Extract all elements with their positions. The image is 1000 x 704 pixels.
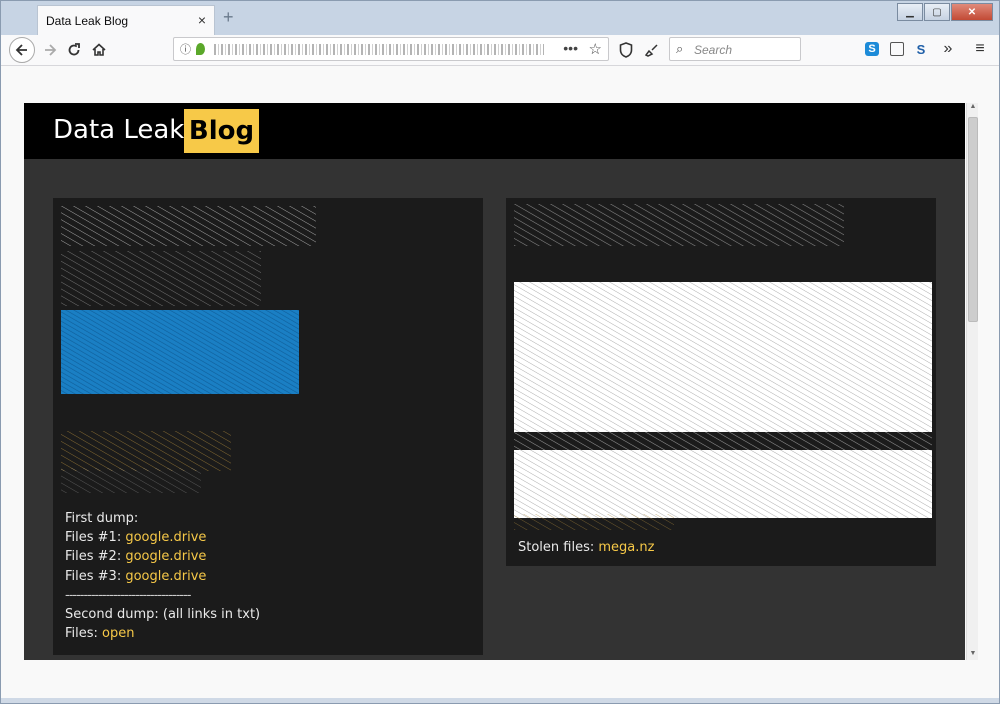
page-actions-button[interactable]: ••• [563, 40, 578, 56]
scrollbar-thumb[interactable] [968, 117, 978, 322]
extension-s-icon[interactable]: S [914, 42, 928, 57]
tracking-leaf-icon [196, 43, 205, 55]
leak-post-card: First dump: Files #1: google.drive Files… [53, 198, 483, 655]
new-tab-button[interactable]: + [223, 7, 234, 28]
redacted-image[interactable] [514, 204, 934, 532]
dump-line: Files: open [65, 626, 135, 642]
back-arrow-icon [15, 44, 27, 56]
page-viewport: Data Leak Blog First dump: Files #1: goo… [1, 66, 999, 698]
vertical-scrollbar[interactable]: ▲ ▼ [966, 103, 978, 660]
reload-button[interactable] [63, 39, 85, 61]
tab-data-leak-blog[interactable]: Data Leak Blog × [37, 5, 215, 35]
separator: ---------------------------------- [65, 587, 192, 603]
window-controls: ▁ ▢ ✕ [896, 3, 993, 21]
tab-bar: Data Leak Blog × + ▁ ▢ ✕ [1, 1, 999, 35]
site-logo-badge[interactable]: Blog [184, 109, 259, 153]
search-icon: ⌕ [676, 41, 684, 56]
dump-line: Files #3: google.drive [65, 568, 207, 584]
star-icon[interactable]: ☆ [589, 40, 602, 58]
close-window-button[interactable]: ✕ [951, 3, 993, 21]
dump-line: Second dump: (all links in txt) [65, 607, 261, 623]
maximize-button[interactable]: ▢ [924, 3, 950, 21]
google-drive-link[interactable]: google.drive [125, 569, 206, 584]
scroll-down-arrow-icon[interactable]: ▼ [968, 650, 978, 660]
address-bar[interactable]: ⓘ ••• ☆ [173, 37, 609, 61]
extension-skype-icon[interactable]: S [865, 42, 879, 56]
browser-window: Data Leak Blog × + ▁ ▢ ✕ ⓘ ••• ☆ ⌕ Searc… [0, 0, 1000, 704]
google-drive-link[interactable]: google.drive [125, 549, 206, 564]
open-link[interactable]: open [102, 626, 134, 641]
post-text: Stolen files: mega.nz [518, 538, 654, 557]
back-button[interactable] [9, 37, 35, 63]
dump-line: Files #2: google.drive [65, 549, 207, 565]
site-logo-text[interactable]: Data Leak [53, 115, 184, 145]
home-button[interactable] [88, 39, 110, 61]
reload-icon [68, 43, 80, 56]
reader-sidebar-icon[interactable] [890, 42, 904, 56]
redacted-url [214, 44, 544, 55]
overflow-menu-icon[interactable]: » [941, 40, 955, 57]
tab-title: Data Leak Blog [46, 14, 129, 28]
redacted-image[interactable] [61, 206, 321, 502]
scroll-up-arrow-icon[interactable]: ▲ [968, 103, 978, 113]
forward-arrow-icon [45, 44, 57, 56]
tab-close-icon[interactable]: × [198, 12, 206, 28]
site-header: Data Leak Blog [24, 103, 965, 159]
home-icon [92, 43, 106, 56]
dump-line: Files #1: google.drive [65, 530, 207, 546]
forward-button[interactable] [39, 39, 61, 61]
hamburger-menu-icon[interactable]: ≡ [973, 40, 987, 57]
dump-line: Stolen files: mega.nz [518, 540, 655, 555]
broom-icon[interactable] [641, 39, 663, 61]
google-drive-link[interactable]: google.drive [125, 530, 206, 545]
blog-page: Data Leak Blog First dump: Files #1: goo… [24, 103, 965, 660]
post-text: First dump: Files #1: google.drive Files… [65, 509, 260, 643]
shield-icon[interactable] [615, 39, 637, 61]
mega-nz-link[interactable]: mega.nz [598, 540, 654, 555]
dump-line: First dump: [65, 511, 139, 526]
search-box[interactable]: ⌕ Search [669, 37, 801, 61]
minimize-button[interactable]: ▁ [897, 3, 923, 21]
search-placeholder: Search [694, 43, 733, 57]
info-icon[interactable]: ⓘ [180, 41, 191, 57]
navigation-toolbar: ⓘ ••• ☆ ⌕ Search S S » ≡ [1, 35, 999, 66]
stolen-files-card: Stolen files: mega.nz [506, 198, 936, 566]
